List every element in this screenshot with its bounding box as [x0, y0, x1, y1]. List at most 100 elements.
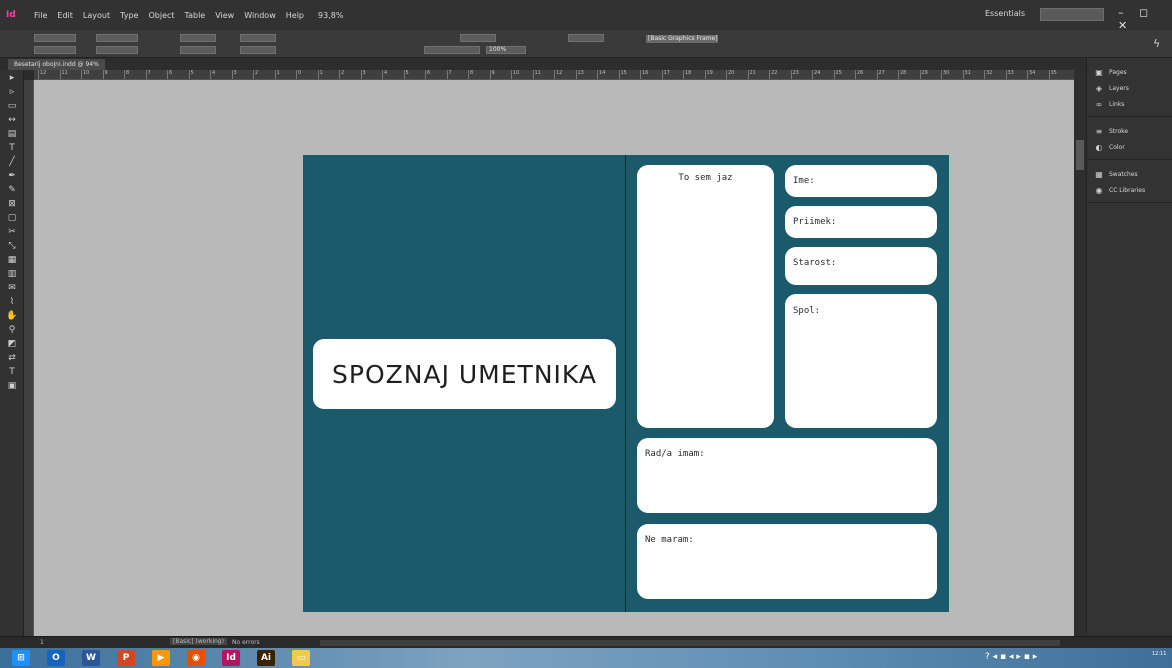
panel-item-color[interactable]: ◐ Color — [1087, 139, 1172, 155]
menu-edit[interactable]: Edit — [57, 11, 73, 20]
gradient-feather-icon[interactable]: ▥ — [4, 268, 20, 280]
note-icon[interactable]: ✉ — [4, 282, 20, 294]
priimek-card[interactable]: Priimek: — [785, 206, 937, 238]
line-icon[interactable]: ╱ — [4, 156, 20, 168]
taskbar-indesign[interactable]: Id — [222, 650, 240, 666]
y-field[interactable] — [34, 46, 76, 54]
stroke-weight-field[interactable] — [460, 34, 496, 42]
ruler-tick: 19 — [704, 70, 713, 79]
panel-item-label: Links — [1109, 100, 1125, 108]
taskbar-file-explorer[interactable]: ▭ — [292, 650, 310, 666]
gradient-swatch-icon[interactable]: ▦ — [4, 254, 20, 266]
ruler-tick: 28 — [898, 70, 906, 79]
panel-item-pages[interactable]: ▣ Pages — [1087, 64, 1172, 80]
search-input[interactable] — [1040, 8, 1104, 21]
page-number[interactable]: 1 — [40, 639, 44, 646]
panel-item-cc-libraries[interactable]: ◉ CC Libraries — [1087, 182, 1172, 198]
selection-icon[interactable]: ▸ — [4, 72, 20, 84]
panel-item-layers[interactable]: ◈ Layers — [1087, 80, 1172, 96]
ruler-tick: 5 — [403, 70, 409, 79]
ime-card[interactable]: Ime: — [785, 165, 937, 197]
zoom-icon[interactable]: ⚲ — [4, 324, 20, 336]
menu-file[interactable]: File — [34, 11, 47, 20]
menu-table[interactable]: Table — [185, 11, 206, 20]
workspace-switcher[interactable]: Essentials — [985, 9, 1025, 18]
panel-item-label: CC Libraries — [1109, 186, 1146, 194]
taskbar-illustrator[interactable]: Ai — [257, 650, 275, 666]
type-icon[interactable]: T — [4, 142, 20, 154]
system-tray[interactable]: ? ◂ ▪ ◂ ▸ ▪ ▸ — [985, 652, 1037, 662]
x-field[interactable] — [34, 34, 76, 42]
menu-type[interactable]: Type — [120, 11, 138, 20]
zoom-level[interactable]: 93,8% — [318, 11, 343, 20]
rotate-field[interactable] — [240, 34, 276, 42]
indesign-logo: Id — [6, 10, 16, 20]
panel-group-2: ≡ Stroke ◐ Color — [1087, 117, 1172, 160]
taskbar-clock[interactable]: 12:11 — [1152, 651, 1166, 657]
to-sem-jaz-card[interactable]: To sem jaz — [637, 165, 774, 428]
height-field[interactable] — [96, 46, 138, 54]
ruler-tick: 7 — [446, 70, 452, 79]
pen-icon[interactable]: ✒ — [4, 170, 20, 182]
panel-item-swatches[interactable]: ▦ Swatches — [1087, 166, 1172, 182]
menu-object[interactable]: Object — [148, 11, 174, 20]
status-style[interactable]: [Basic] (working) — [170, 638, 227, 645]
menu-layout[interactable]: Layout — [83, 11, 110, 20]
fill-stroke-icon[interactable]: ◩ — [4, 338, 20, 350]
view-mode-icon[interactable]: ▣ — [4, 380, 20, 392]
formatting-icon[interactable]: T — [4, 366, 20, 378]
page-icon[interactable]: ▭ — [4, 100, 20, 112]
content-collector-icon[interactable]: ▤ — [4, 128, 20, 140]
taskbar-outlook[interactable]: O — [47, 650, 65, 666]
scale-x-field[interactable] — [180, 34, 216, 42]
horizontal-scrollbar[interactable] — [320, 640, 1060, 646]
eyedropper-icon[interactable]: ⌇ — [4, 296, 20, 308]
ruler-tick: 12 — [38, 70, 46, 79]
starost-card[interactable]: Starost: — [785, 247, 937, 285]
opacity-field[interactable]: 100% — [486, 46, 526, 54]
gap-icon[interactable]: ↔ — [4, 114, 20, 126]
scale-y-field[interactable] — [180, 46, 216, 54]
direct-selection-icon[interactable]: ▹ — [4, 86, 20, 98]
preflight-status[interactable]: No errors — [232, 639, 260, 646]
free-transform-icon[interactable]: ⤡ — [4, 240, 20, 252]
title-card[interactable]: SPOZNAJ UMETNIKA — [313, 339, 616, 409]
rad-imam-card[interactable]: Rad/a imam: — [637, 438, 937, 513]
stroke-type-field[interactable] — [424, 46, 480, 54]
width-field[interactable] — [96, 34, 138, 42]
scissors-icon[interactable]: ✂ — [4, 226, 20, 238]
spread-spine — [625, 155, 626, 612]
ruler-tick: 25 — [833, 70, 842, 79]
rectangle-icon[interactable]: ▢ — [4, 212, 20, 224]
taskbar-windows-start[interactable]: ⊞ — [12, 650, 30, 666]
taskbar-firefox[interactable]: ◉ — [187, 650, 205, 666]
taskbar-powerpoint[interactable]: P — [117, 650, 135, 666]
pencil-icon[interactable]: ✎ — [4, 184, 20, 196]
ruler-tick: 3 — [231, 70, 237, 79]
ruler-tick: 8 — [124, 70, 129, 79]
ruler-tick: 0 — [296, 70, 301, 79]
ruler-tick: 23 — [790, 70, 799, 79]
menu-bar: Id File Edit Layout Type Object Table Vi… — [0, 0, 1172, 32]
fitting-field[interactable] — [568, 34, 604, 42]
lightning-icon[interactable]: ϟ — [1153, 37, 1160, 50]
taskbar-word[interactable]: W — [82, 650, 100, 666]
vertical-scroll-thumb[interactable] — [1076, 140, 1084, 170]
spol-card[interactable]: Spol: — [785, 294, 937, 428]
taskbar-media-player[interactable]: ▶ — [152, 650, 170, 666]
panel-item-links[interactable]: ∞ Links — [1087, 96, 1172, 112]
rectangle-frame-icon[interactable]: ⊠ — [4, 198, 20, 210]
ne-maram-card[interactable]: Ne maram: — [637, 524, 937, 599]
menu-help[interactable]: Help — [286, 11, 304, 20]
shear-field[interactable] — [240, 46, 276, 54]
panel-item-stroke[interactable]: ≡ Stroke — [1087, 123, 1172, 139]
ne-maram-label: Ne maram: — [645, 535, 694, 545]
menu-window[interactable]: Window — [244, 11, 276, 20]
vertical-scrollbar[interactable] — [1074, 70, 1086, 636]
object-style-select[interactable]: [Basic Graphics Frame] — [646, 35, 718, 43]
document-tab[interactable]: Besetarij obojni.indd @ 94% — [8, 59, 105, 70]
menu-view[interactable]: View — [215, 11, 234, 20]
hand-icon[interactable]: ✋ — [4, 310, 20, 322]
window-controls[interactable]: – ◻ ✕ — [1118, 6, 1172, 32]
swap-icon[interactable]: ⇄ — [4, 352, 20, 364]
